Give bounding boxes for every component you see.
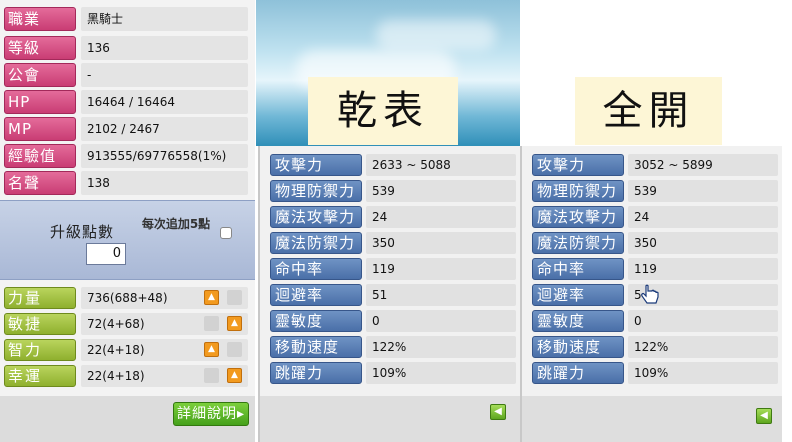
detail-label: 移動速度 — [532, 336, 624, 358]
detail-value: 109% — [366, 362, 516, 384]
back-button[interactable]: ◀ — [756, 408, 772, 424]
info-row-level: 等級 136 — [4, 35, 248, 61]
dex-disabled-button — [204, 316, 219, 331]
panel-footer — [522, 396, 782, 442]
info-label: 等級 — [4, 36, 76, 60]
stat-value: 22(4+18) — [81, 365, 248, 387]
detail-label: 物理防禦力 — [270, 180, 362, 202]
detail-value: 0 — [366, 310, 516, 332]
stat-row-luk: 幸運 22(4+18) ▲ — [4, 365, 248, 389]
info-value: - — [81, 63, 248, 87]
detail-value: 539 — [366, 180, 516, 202]
stat-row-int: 智力 22(4+18) ▲ — [4, 339, 248, 363]
detail-label: 迴避率 — [532, 284, 624, 306]
info-label: MP — [4, 117, 76, 141]
detail-label: 魔法攻擊力 — [270, 206, 362, 228]
int-up-button[interactable]: ▲ — [204, 342, 219, 357]
detail-value: 350 — [628, 232, 778, 254]
int-disabled-button — [227, 342, 242, 357]
detail-value: 122% — [628, 336, 778, 358]
detail-label: 靈敏度 — [270, 310, 362, 332]
ability-points-input[interactable]: 0 — [86, 243, 126, 265]
luk-up-button[interactable]: ▲ — [227, 368, 242, 383]
dex-up-button[interactable]: ▲ — [227, 316, 242, 331]
detail-value: 24 — [366, 206, 516, 228]
detail-label: 攻擊力 — [270, 154, 362, 176]
stat-value: 22(4+18) — [81, 339, 248, 361]
ability-points-box: 升級點數 0 每次追加5點 — [0, 200, 255, 280]
add-five-points-label: 每次追加5點 — [141, 217, 211, 231]
detail-value: 24 — [628, 206, 778, 228]
info-label: 名聲 — [4, 171, 76, 195]
stat-row-str: 力量 736(688+48) ▲ — [4, 287, 248, 311]
detail-value: 51 — [366, 284, 516, 306]
detail-label: 跳躍力 — [532, 362, 624, 384]
detail-value: 539 — [628, 180, 778, 202]
info-label: HP — [4, 90, 76, 114]
detail-label: 魔法防禦力 — [270, 232, 362, 254]
detail-label: 迴避率 — [270, 284, 362, 306]
info-label: 職業 — [4, 7, 76, 31]
detail-label: 魔法攻擊力 — [532, 206, 624, 228]
info-label: 經驗值 — [4, 144, 76, 168]
detail-value: 2633 ~ 5088 — [366, 154, 516, 176]
info-label: 公會 — [4, 63, 76, 87]
detail-value: 119 — [366, 258, 516, 280]
detail-value: 109% — [628, 362, 778, 384]
stat-label: 幸運 — [4, 365, 76, 387]
detail-label: 靈敏度 — [532, 310, 624, 332]
add-five-points-checkbox[interactable] — [220, 227, 232, 239]
stat-row-dex: 敏捷 72(4+68) ▲ — [4, 313, 248, 337]
detail-button-label: 詳細說明 — [176, 406, 237, 422]
stat-value: 736(688+48) — [81, 287, 248, 309]
detail-value: 119 — [628, 258, 778, 280]
info-row-exp: 經驗值 913555/69776558(1%) — [4, 143, 248, 169]
detail-button[interactable]: 詳細說明▸ — [173, 402, 249, 426]
info-value: 136 — [81, 36, 248, 60]
back-button[interactable]: ◀ — [490, 404, 506, 420]
detail-label: 攻擊力 — [532, 154, 624, 176]
info-row-hp: HP 16464 / 16464 — [4, 89, 248, 115]
info-row-mp: MP 2102 / 2467 — [4, 116, 248, 142]
detail-label: 移動速度 — [270, 336, 362, 358]
detail-label: 魔法防禦力 — [532, 232, 624, 254]
info-row-guild: 公會 - — [4, 62, 248, 88]
info-value: 913555/69776558(1%) — [81, 144, 248, 168]
str-up-button[interactable]: ▲ — [204, 290, 219, 305]
info-row-fame: 名聲 138 — [4, 170, 248, 196]
detail-stats-panel-mid: 攻擊力 2633 ~ 5088 物理防禦力 539 魔法攻擊力 24 魔法防禦力… — [258, 146, 520, 442]
panel-title-right: 全開 — [575, 77, 722, 145]
detail-value: 0 — [628, 310, 778, 332]
detail-value: 122% — [366, 336, 516, 358]
detail-label: 命中率 — [270, 258, 362, 280]
detail-label: 物理防禦力 — [532, 180, 624, 202]
info-value: 16464 / 16464 — [81, 90, 248, 114]
stat-value: 72(4+68) — [81, 313, 248, 335]
detail-value: 3052 ~ 5899 — [628, 154, 778, 176]
info-value: 黑騎士 — [81, 7, 248, 31]
hand-cursor-icon — [641, 284, 659, 304]
info-row-job: 職業 黑騎士 — [4, 6, 248, 32]
info-value: 138 — [81, 171, 248, 195]
stat-label: 力量 — [4, 287, 76, 309]
panel-title-mid: 乾表 — [308, 77, 458, 145]
detail-label: 命中率 — [532, 258, 624, 280]
luk-disabled-button — [204, 368, 219, 383]
info-value: 2102 / 2467 — [81, 117, 248, 141]
character-info-panel: 職業 黑騎士 等級 136 公會 - HP 16464 / 16464 MP 2… — [0, 0, 255, 442]
panel-footer — [260, 396, 520, 442]
stat-label: 智力 — [4, 339, 76, 361]
str-disabled-button — [227, 290, 242, 305]
ability-points-title: 升級點數 — [50, 223, 115, 241]
stat-label: 敏捷 — [4, 313, 76, 335]
detail-value: 350 — [366, 232, 516, 254]
detail-label: 跳躍力 — [270, 362, 362, 384]
